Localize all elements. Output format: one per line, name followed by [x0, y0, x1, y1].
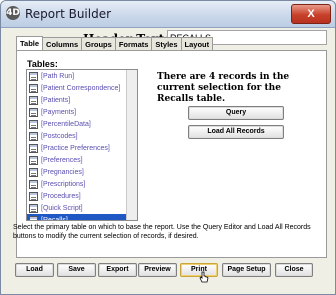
table-icon [29, 215, 38, 220]
records-info-text: There are 4 records in the current selec… [157, 72, 290, 104]
table-list-item[interactable]: [Postcodes] [27, 130, 137, 142]
table-list-item-label: [Quick Script] [41, 204, 83, 212]
window-title: Report Builder [25, 7, 112, 21]
table-list-item-label: [Postcodes] [41, 132, 78, 140]
table-list-item[interactable]: [Quick Script] [27, 202, 137, 214]
help-text: Select the primary table on which to bas… [13, 224, 311, 240]
tab-layout[interactable]: Layout [180, 37, 214, 50]
table-list-item-label: [Practice Preferences] [41, 144, 110, 152]
table-list-item-label: [Procedures] [41, 192, 81, 200]
tables-list[interactable]: [Path Run] [Patient Correspondence] [Patie… [26, 69, 138, 221]
table-list-item[interactable]: [Prescriptions] [27, 178, 137, 190]
tables-label: Tables: [27, 59, 58, 69]
table-icon [29, 191, 38, 201]
table-icon [29, 155, 38, 165]
table-list-item-label: [Preferences] [41, 156, 83, 164]
table-icon [29, 167, 38, 177]
query-button[interactable]: Query [188, 106, 284, 120]
tab-table[interactable]: Table [16, 36, 44, 50]
table-list-item-label: [PercentileData] [41, 120, 91, 128]
table-list-item-label: [Patient Correspondence] [41, 84, 121, 92]
table-list-item[interactable]: [Pregnancies] [27, 166, 137, 178]
table-icon [29, 83, 38, 93]
tab-groups[interactable]: Groups [81, 37, 116, 50]
table-list-item[interactable]: [Procedures] [27, 190, 137, 202]
table-list-item[interactable]: [PercentileData] [27, 118, 137, 130]
hand-cursor-icon [199, 271, 209, 283]
tables-list-scrollbar[interactable] [126, 70, 137, 220]
app-icon: 4D [6, 6, 20, 20]
report-builder-window: 4D Report Builder X Header Text: RECALLS… [0, 0, 336, 295]
table-list-item-label: [Prescriptions] [41, 180, 86, 188]
table-list-item[interactable]: [Patients] [27, 94, 137, 106]
table-list-item[interactable]: [Recalls] [27, 214, 137, 221]
tab-bar: Table Columns Groups Formats Styles Layo… [16, 36, 214, 50]
tab-formats[interactable]: Formats [114, 37, 153, 50]
export-button[interactable]: Export [98, 263, 137, 277]
table-icon [29, 71, 38, 81]
load-button[interactable]: Load [15, 263, 54, 277]
preview-button[interactable]: Preview [138, 263, 177, 277]
table-list-item-label: [Path Run] [41, 72, 75, 80]
table-list-item[interactable]: [Path Run] [27, 70, 137, 82]
table-icon [29, 203, 38, 213]
table-icon [29, 131, 38, 141]
table-icon [29, 179, 38, 189]
table-list-item[interactable]: [Preferences] [27, 154, 137, 166]
table-icon [29, 107, 38, 117]
table-list-item-label: [Payments] [41, 108, 77, 116]
table-list-item-label: [Patients] [41, 96, 71, 104]
load-all-records-button[interactable]: Load All Records [188, 125, 284, 139]
table-icon [29, 143, 38, 153]
table-icon [29, 119, 38, 129]
close-window-button[interactable]: X [291, 4, 331, 24]
table-list-item[interactable]: [Practice Preferences] [27, 142, 137, 154]
table-list-item-label: [Recalls] [41, 216, 68, 221]
close-button[interactable]: Close [275, 263, 313, 277]
table-list-item[interactable]: [Payments] [27, 106, 137, 118]
table-list-item-label: [Pregnancies] [41, 168, 84, 176]
save-button[interactable]: Save [57, 263, 96, 277]
table-list-item[interactable]: [Patient Correspondence] [27, 82, 137, 94]
title-bar[interactable]: 4D Report Builder X [1, 1, 335, 28]
table-icon [29, 95, 38, 105]
tab-columns[interactable]: Columns [42, 37, 83, 50]
page-setup-button[interactable]: Page Setup [222, 263, 271, 277]
tab-styles[interactable]: Styles [151, 37, 182, 50]
